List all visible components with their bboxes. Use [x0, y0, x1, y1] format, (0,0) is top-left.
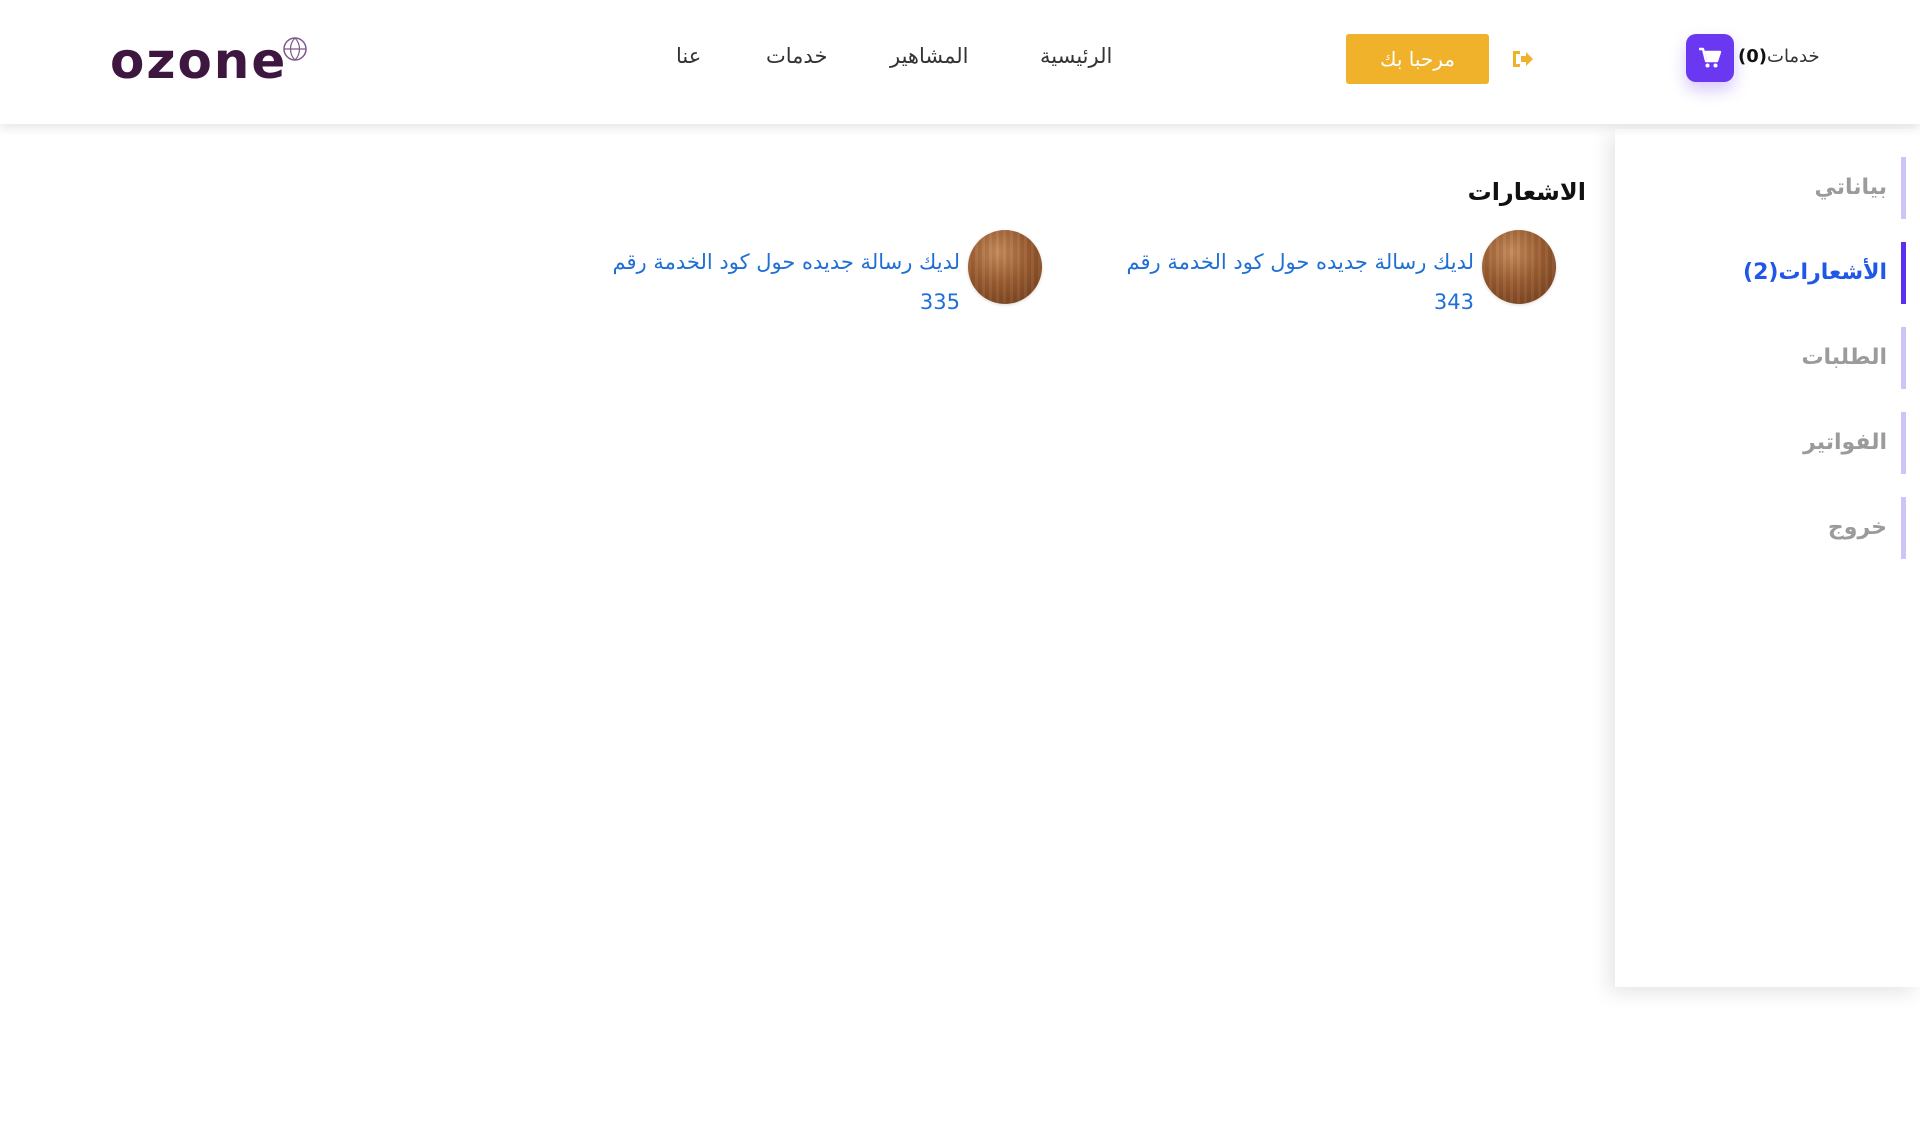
ozone-logo[interactable]: ozone [110, 36, 310, 86]
notification-item[interactable]: لديك رسالة جديده حول كود الخدمة رقم 335 [586, 230, 1042, 330]
avatar [968, 230, 1042, 304]
page-title: الاشعارات [1467, 178, 1586, 206]
cart-icon [1699, 47, 1722, 68]
notification-text[interactable]: لديك رسالة جديده حول كود الخدمة رقم 335 [586, 242, 960, 322]
nav-home[interactable]: الرئيسية [1040, 44, 1112, 74]
cart-label[interactable]: خدمات(0) [1738, 46, 1820, 67]
cart-label-text: خدمات [1767, 46, 1820, 67]
sidebar-item-logout[interactable]: خروج [1646, 497, 1906, 559]
logo-globe-icon [283, 37, 307, 61]
avatar [1482, 230, 1556, 304]
notification-item[interactable]: لديك رسالة جديده حول كود الخدمة رقم 343 [1100, 230, 1556, 330]
top-header: ozone الرئيسية المشاهير خدمات عنا مرحبا … [0, 0, 1920, 124]
nav-about[interactable]: عنا [676, 44, 701, 74]
welcome-button[interactable]: مرحبا بك [1346, 34, 1489, 84]
cart-count: (0) [1738, 46, 1767, 67]
sidebar-item-invoices[interactable]: الفواتير [1646, 412, 1906, 474]
cart-button[interactable] [1686, 34, 1734, 82]
sidebar-item-orders[interactable]: الطلبات [1646, 327, 1906, 389]
notification-text[interactable]: لديك رسالة جديده حول كود الخدمة رقم 343 [1100, 242, 1474, 322]
logo-text: ozone [110, 32, 288, 90]
nav-celebrities[interactable]: المشاهير [890, 44, 969, 74]
account-sidebar: بياناتي الأشعارات(2) الطلبات الفواتير خر… [1615, 129, 1920, 987]
sidebar-item-notifications[interactable]: الأشعارات(2) [1646, 242, 1906, 304]
logout-icon[interactable] [1510, 48, 1534, 70]
nav-services[interactable]: خدمات [766, 44, 827, 74]
sidebar-item-my-data[interactable]: بياناتي [1646, 157, 1906, 219]
